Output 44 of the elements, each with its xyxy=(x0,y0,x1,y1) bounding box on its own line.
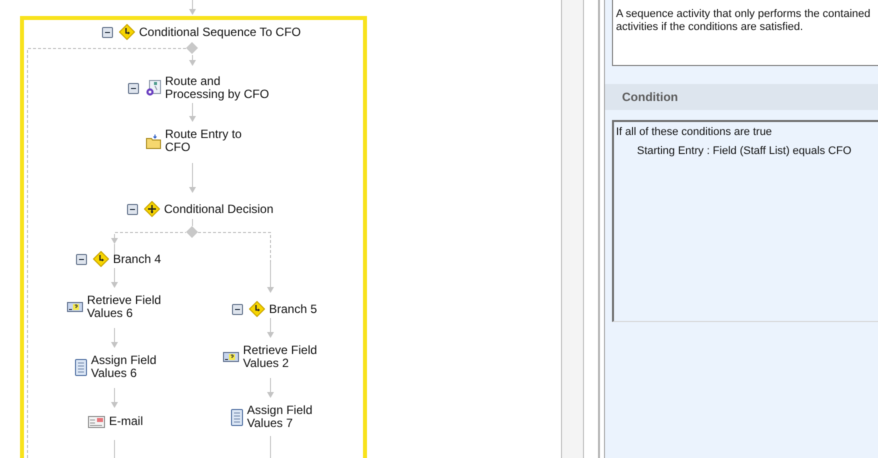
conditional-icon xyxy=(119,24,135,40)
collapse-toggle[interactable] xyxy=(128,82,139,94)
connector-arrow xyxy=(189,102,196,122)
document-icon xyxy=(75,358,87,376)
condition-text: If all of these conditions are true xyxy=(616,125,773,139)
connector-arrow xyxy=(189,162,196,193)
activity-label[interactable]: Branch 5 xyxy=(269,302,318,316)
activity-label[interactable]: E-mail xyxy=(109,415,144,428)
activity-label[interactable]: Assign Field Values 7 xyxy=(247,404,329,430)
document-gear-icon xyxy=(145,80,161,96)
junction-diamond xyxy=(186,42,198,54)
conditional-icon xyxy=(93,251,109,267)
activity-label[interactable]: Conditional Decision xyxy=(164,202,274,216)
junction-diamond xyxy=(186,226,198,238)
connector-arrow xyxy=(189,54,196,66)
connector-arrow xyxy=(111,388,118,408)
activity-label[interactable]: Assign Field Values 6 xyxy=(91,354,173,380)
collapse-toggle[interactable] xyxy=(127,204,138,214)
connector-arrow xyxy=(267,262,274,293)
connector-arrow xyxy=(267,318,274,338)
connector-arrow xyxy=(111,268,118,288)
activity-label[interactable]: Retrieve Field Values 2 xyxy=(243,344,325,370)
activity-label[interactable]: Branch 4 xyxy=(113,252,162,266)
connector-arrow xyxy=(111,328,118,348)
collapse-toggle[interactable] xyxy=(102,26,113,38)
field-retrieve-icon xyxy=(67,302,83,312)
activity-label[interactable]: Conditional Sequence To CFO xyxy=(139,26,301,38)
activity-label[interactable]: Route Entry to CFO xyxy=(165,128,247,154)
section-header: Condition xyxy=(605,84,878,110)
activity-label[interactable]: Retrieve Field Values 6 xyxy=(87,294,169,320)
connector-arrow xyxy=(189,0,196,15)
envelope-icon xyxy=(88,416,105,428)
field-retrieve-icon xyxy=(223,352,239,362)
decision-icon xyxy=(144,201,160,217)
collapse-toggle[interactable] xyxy=(76,254,87,264)
condition-box[interactable]: If all of these conditions are true Starting Entry : Field (Staff List) equals CFO xyxy=(612,120,878,322)
conditional-icon xyxy=(249,301,265,317)
collapse-toggle[interactable] xyxy=(232,304,243,314)
document-icon xyxy=(231,408,243,426)
condition-rule: Starting Entry : Field (Staff List) equals CFO xyxy=(636,144,852,158)
activity-label[interactable]: Route and Processing by CFO xyxy=(165,75,277,101)
connector-arrow xyxy=(267,378,274,398)
description-box[interactable]: A sequence activity that only performs the contained activities if the conditions are satisfied. xyxy=(612,0,878,66)
folder-icon xyxy=(146,134,161,148)
